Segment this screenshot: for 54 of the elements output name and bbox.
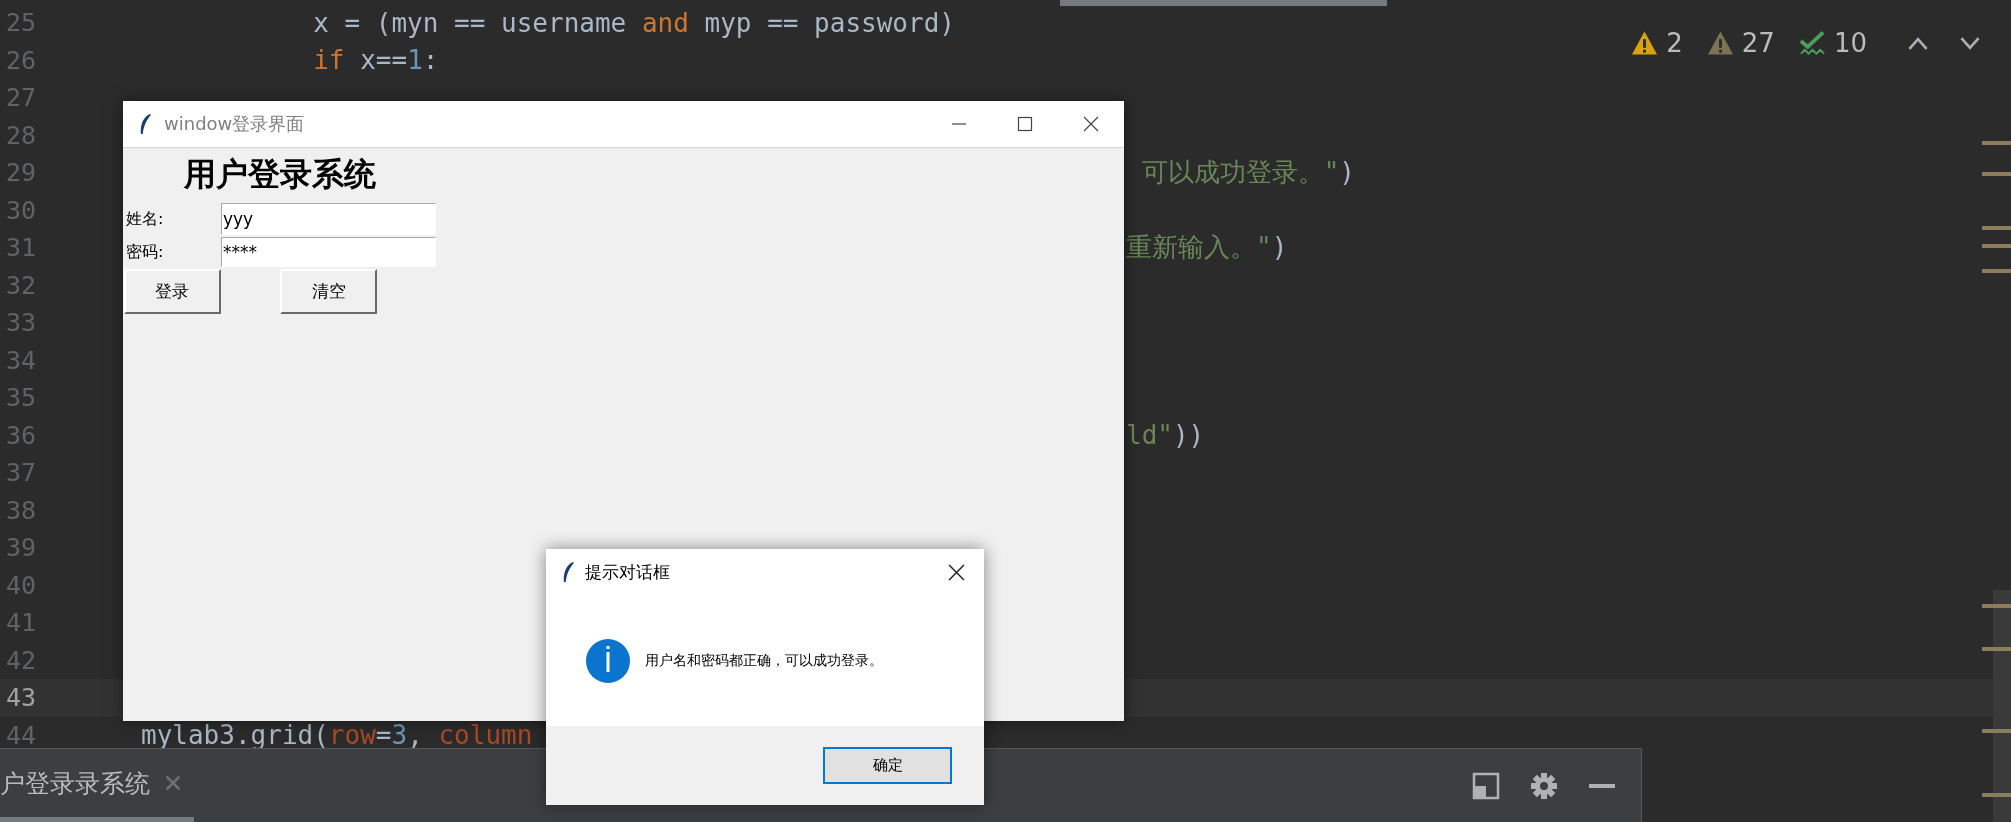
inspection-count: 2 (1666, 28, 1683, 58)
line-number: 44 (5, 720, 38, 750)
close-icon[interactable] (1083, 116, 1099, 132)
code-line: 重新输入。") (1126, 231, 1288, 265)
feather-icon (139, 113, 152, 135)
check-icon[interactable] (1798, 30, 1826, 56)
line-number: 37 (5, 458, 38, 488)
inspection-count: 27 (1741, 28, 1775, 58)
line-number: 39 (5, 533, 38, 563)
line-number: 38 (5, 495, 38, 525)
line-number: 33 (5, 308, 38, 338)
line-number: 25 (5, 8, 38, 38)
code-line: mylab3.grid(row=3, column (141, 720, 533, 751)
line-number: 35 (5, 383, 38, 413)
code-line: ld")) (1126, 420, 1205, 451)
inspection-count: 10 (1833, 28, 1867, 58)
form-button[interactable]: 登录 (123, 269, 221, 314)
window-title: window登录界面 (164, 112, 305, 136)
scrollbar-thumb[interactable] (1993, 590, 2011, 822)
line-number: 27 (5, 83, 38, 113)
dialog-title: 提示对话框 (585, 560, 670, 584)
line-number: 36 (5, 420, 38, 450)
heading: 用户登录系统 (182, 155, 377, 194)
line-number: 30 (5, 195, 38, 225)
line-number: 43 (5, 683, 38, 713)
line-number: 42 (5, 645, 38, 675)
code-line: x = (myn == username and myp == password) (312, 7, 955, 38)
line-number: 28 (5, 120, 38, 150)
layout-icon[interactable] (1472, 772, 1500, 800)
field-label: 密码: (125, 241, 165, 263)
feather-icon (562, 561, 575, 583)
code-line: 可以成功登录。") (1140, 156, 1355, 190)
field-label: 姓名: (125, 208, 165, 230)
input-field[interactable]: **** (221, 237, 436, 267)
form-button[interactable]: 清空 (280, 269, 377, 314)
info-icon (585, 637, 631, 684)
line-number: 41 (5, 608, 38, 638)
warning-icon[interactable] (1706, 30, 1734, 56)
input-field[interactable]: yyy (221, 203, 436, 235)
line-number: 34 (5, 345, 38, 375)
dialog-message: 用户名和密码都正确，可以成功登录。 (645, 651, 883, 670)
line-number: 40 (5, 570, 38, 600)
tool-window-tab[interactable]: 户登录录系统 (0, 749, 194, 822)
close-icon[interactable] (948, 563, 965, 581)
ok-button[interactable]: 确定 (823, 747, 952, 784)
warning-icon[interactable] (1631, 30, 1659, 56)
chevron-up-icon[interactable] (1907, 35, 1929, 51)
chevron-down-icon[interactable] (1959, 35, 1981, 51)
maximize-icon[interactable] (1017, 116, 1033, 132)
line-number: 31 (5, 233, 38, 263)
line-number: 29 (5, 158, 38, 188)
code-line: if x==1: (312, 45, 439, 76)
line-number: 32 (5, 270, 38, 300)
line-number: 26 (5, 45, 38, 75)
